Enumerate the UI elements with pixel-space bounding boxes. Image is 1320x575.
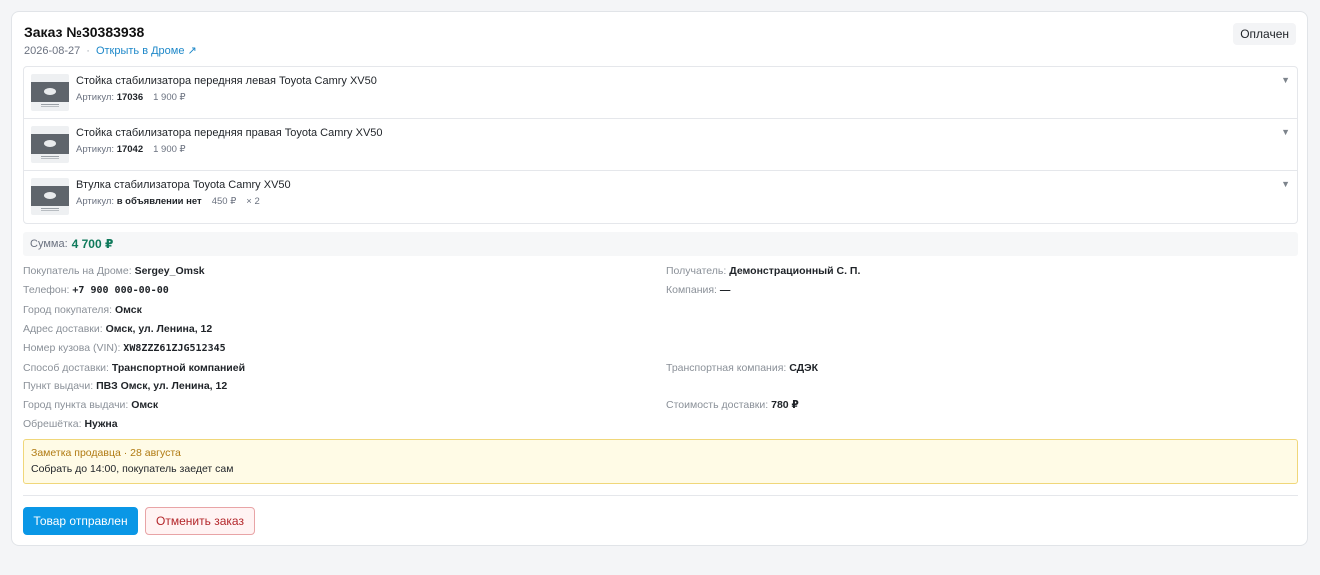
item-name: Втулка стабилизатора Toyota Camry XV50 [76,179,291,191]
seller-note: Заметка продавца · 28 августа Собрать до… [23,439,1298,484]
city-field: Город покупателя: Омск [23,304,142,316]
sum-label: Сумма: [30,238,68,250]
product-thumbnail [31,74,69,111]
chevron-down-icon[interactable]: ▼ [1281,75,1290,85]
cancel-order-button[interactable]: Отменить заказ [145,507,255,535]
item-name: Стойка стабилизатора передняя левая Toyo… [76,75,377,87]
address-field: Адрес доставки: Омск, ул. Ленина, 12 [23,323,213,335]
status-badge: Оплачен [1233,23,1296,45]
order-date: 2026-08-27 [24,44,81,57]
item-sku: Артикул: 17036 [76,92,144,103]
pickup-point-field: Пункт выдачи: ПВЗ Омск, ул. Ленина, 12 [23,380,228,392]
sum-value: 4 700 ₽ [71,237,114,251]
vin-field: Номер кузова (VIN): XW8ZZZ61ZJG512345 [23,342,226,354]
company-field: Компания: — [666,284,731,296]
item-meta: Артикул: в объявлении нет 450 ₽ × 2 [76,196,260,207]
item-price: 1 900 ₽ [153,92,186,103]
item-sku: Артикул: 17042 [76,144,144,155]
list-item[interactable]: Стойка стабилизатора передняя левая Toyo… [24,67,1297,119]
note-header: Заметка продавца · 28 августа [31,447,181,459]
item-meta: Артикул: 17036 1 900 ₽ [76,92,186,103]
divider [23,495,1298,496]
item-price: 450 ₽ [211,196,237,207]
pickup-city-field: Город пункта выдачи: Омск [23,399,159,411]
order-sum: Сумма: 4 700 ₽ [23,232,1298,256]
note-text: Собрать до 14:00, покупатель заедет сам [31,463,234,475]
delivery-method-field: Способ доставки: Транспортной компанией [23,362,246,374]
chevron-down-icon[interactable]: ▼ [1281,179,1290,189]
delivery-cost-field: Стоимость доставки: 780 ₽ [666,399,799,411]
crate-field: Обрешётка: Нужна [23,418,118,430]
product-thumbnail [31,126,69,163]
item-qty: × 2 [246,196,260,207]
order-items-list: Стойка стабилизатора передняя левая Toyo… [23,66,1298,224]
list-item[interactable]: Стойка стабилизатора передняя правая Toy… [24,119,1297,171]
item-shipped-button[interactable]: Товар отправлен [23,507,138,535]
item-price: 1 900 ₽ [153,144,186,155]
item-name: Стойка стабилизатора передняя правая Toy… [76,127,383,139]
phone-field: Телефон: +7 900 000-00-00 [23,284,169,296]
order-card: Заказ №30383938 2026-08-27 · Открыть в Д… [11,11,1308,546]
order-subline: 2026-08-27 · Открыть в Дроме ↗ [24,44,197,58]
recipient-field: Получатель: Демонстрационный С. П. [666,265,861,277]
list-item[interactable]: Втулка стабилизатора Toyota Camry XV50 А… [24,171,1297,223]
item-meta: Артикул: 17042 1 900 ₽ [76,144,186,155]
open-in-drom-link[interactable]: Открыть в Дроме ↗ [96,44,197,57]
separator-dot: · [86,44,90,57]
order-title: Заказ №30383938 [24,24,145,40]
transport-company-field: Транспортная компания: СДЭК [666,362,819,374]
product-thumbnail [31,178,69,215]
item-sku: Артикул: в объявлении нет [76,196,202,207]
chevron-down-icon[interactable]: ▼ [1281,127,1290,137]
buyer-field: Покупатель на Дроме: Sergey_Omsk [23,265,205,277]
